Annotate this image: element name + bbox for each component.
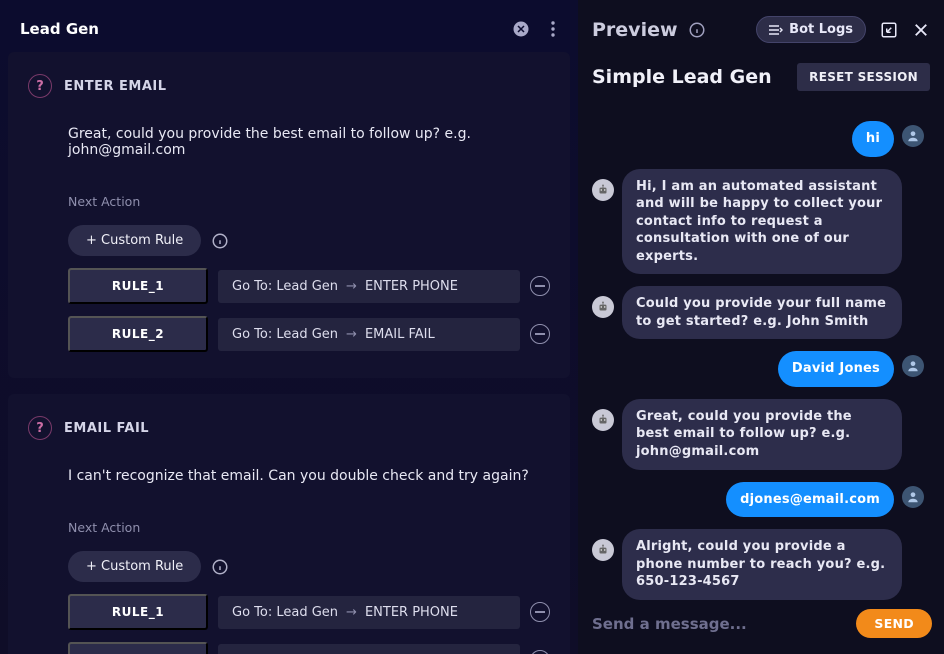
user-avatar	[902, 486, 924, 508]
message-bubble: hi	[852, 121, 894, 157]
message-bubble: djones@email.com	[726, 482, 894, 518]
bot-avatar	[592, 179, 614, 201]
clear-icon[interactable]	[510, 18, 532, 40]
remove-rule-icon[interactable]	[530, 324, 550, 344]
rule-row: RULE_1 Go To: Lead Gen → ENTER PHONE	[68, 594, 550, 630]
rule-row: RULE_2 Go To: Lead Gen → EMAIL FAIL	[68, 642, 550, 654]
add-custom-rule-button[interactable]: + Custom Rule	[68, 225, 201, 256]
input-bar: SEND	[578, 601, 944, 654]
rule-name-chip[interactable]: RULE_2	[68, 642, 208, 654]
info-icon[interactable]	[211, 558, 229, 576]
card-body: Great, could you provide the best email …	[28, 126, 550, 352]
add-custom-rule-button[interactable]: + Custom Rule	[68, 551, 201, 582]
remove-rule-icon[interactable]	[530, 276, 550, 296]
message-bubble: David Jones	[778, 351, 894, 387]
goto-target-label: ENTER PHONE	[365, 279, 458, 294]
chat-log[interactable]: hi Hi, I am an automated assistant and wi…	[578, 103, 944, 601]
bot-message-row: Hi, I am an automated assistant and will…	[592, 169, 924, 275]
message-input[interactable]	[592, 615, 846, 633]
rule-row: RULE_2 Go To: Lead Gen → EMAIL FAIL	[68, 316, 550, 352]
user-avatar	[902, 355, 924, 377]
custom-rule-row: + Custom Rule	[68, 225, 550, 256]
rule-card: ? ENTER EMAIL Great, could you provide t…	[8, 52, 570, 378]
send-button[interactable]: SEND	[856, 609, 932, 638]
close-icon[interactable]	[912, 21, 930, 39]
left-header: Lead Gen	[0, 0, 578, 52]
next-action-label: Next Action	[68, 520, 550, 535]
question-icon: ?	[28, 74, 52, 98]
remove-rule-icon[interactable]	[530, 650, 550, 654]
preview-panel: Preview Bot Logs Simple Lead Gen RESET S…	[578, 0, 944, 654]
rule-name-chip[interactable]: RULE_1	[68, 268, 208, 304]
goto-target[interactable]: Go To: Lead Gen → EMAIL FAIL	[218, 318, 520, 351]
message-bubble: Hi, I am an automated assistant and will…	[622, 169, 902, 275]
card-header: ? EMAIL FAIL	[28, 416, 550, 440]
goto-prefix: Go To: Lead Gen	[232, 605, 338, 620]
bot-message-row: Could you provide your full name to get …	[592, 286, 924, 339]
question-icon: ?	[28, 416, 52, 440]
bot-message-row: Alright, could you provide a phone numbe…	[592, 529, 924, 600]
rules-panel: Lead Gen ? ENTER EMAIL Great, could you …	[0, 0, 578, 654]
popout-icon[interactable]	[880, 21, 898, 39]
page-title: Lead Gen	[20, 20, 99, 38]
goto-target[interactable]: Go To: Lead Gen → EMAIL FAIL	[218, 644, 520, 654]
reset-session-button[interactable]: RESET SESSION	[797, 63, 930, 91]
remove-rule-icon[interactable]	[530, 602, 550, 622]
preview-label: Preview	[592, 19, 678, 41]
bot-avatar	[592, 409, 614, 431]
user-avatar	[902, 125, 924, 147]
user-message-row: djones@email.com	[592, 482, 924, 518]
rule-card: ? EMAIL FAIL I can't recognize that emai…	[8, 394, 570, 654]
goto-target-label: ENTER PHONE	[365, 605, 458, 620]
logs-icon	[769, 24, 783, 36]
arrow-right-icon: →	[346, 605, 357, 620]
bot-avatar	[592, 296, 614, 318]
prompt-text: I can't recognize that email. Can you do…	[68, 468, 550, 484]
message-bubble: Alright, could you provide a phone numbe…	[622, 529, 902, 600]
card-header: ? ENTER EMAIL	[28, 74, 550, 98]
more-icon[interactable]	[542, 18, 564, 40]
bot-avatar	[592, 539, 614, 561]
card-title: ENTER EMAIL	[64, 79, 167, 94]
goto-prefix: Go To: Lead Gen	[232, 279, 338, 294]
goto-target-label: EMAIL FAIL	[365, 327, 435, 342]
goto-target[interactable]: Go To: Lead Gen → ENTER PHONE	[218, 596, 520, 629]
preview-topbar: Preview Bot Logs	[578, 0, 944, 53]
rule-row: RULE_1 Go To: Lead Gen → ENTER PHONE	[68, 268, 550, 304]
conversation-title: Simple Lead Gen	[592, 66, 772, 88]
preview-subheader: Simple Lead Gen RESET SESSION	[578, 53, 944, 103]
next-action-label: Next Action	[68, 194, 550, 209]
user-message-row: David Jones	[592, 351, 924, 387]
arrow-right-icon: →	[346, 327, 357, 342]
info-icon[interactable]	[211, 232, 229, 250]
rule-name-chip[interactable]: RULE_2	[68, 316, 208, 352]
card-title: EMAIL FAIL	[64, 421, 149, 436]
message-bubble: Great, could you provide the best email …	[622, 399, 902, 470]
rule-name-chip[interactable]: RULE_1	[68, 594, 208, 630]
prompt-text: Great, could you provide the best email …	[68, 126, 550, 158]
arrow-right-icon: →	[346, 279, 357, 294]
message-bubble: Could you provide your full name to get …	[622, 286, 902, 339]
bot-logs-button[interactable]: Bot Logs	[756, 16, 866, 43]
custom-rule-row: + Custom Rule	[68, 551, 550, 582]
bot-message-row: Great, could you provide the best email …	[592, 399, 924, 470]
user-message-row: hi	[592, 121, 924, 157]
card-body: I can't recognize that email. Can you do…	[28, 468, 550, 654]
bot-logs-label: Bot Logs	[789, 22, 853, 37]
info-icon[interactable]	[688, 21, 706, 39]
goto-prefix: Go To: Lead Gen	[232, 327, 338, 342]
goto-target[interactable]: Go To: Lead Gen → ENTER PHONE	[218, 270, 520, 303]
